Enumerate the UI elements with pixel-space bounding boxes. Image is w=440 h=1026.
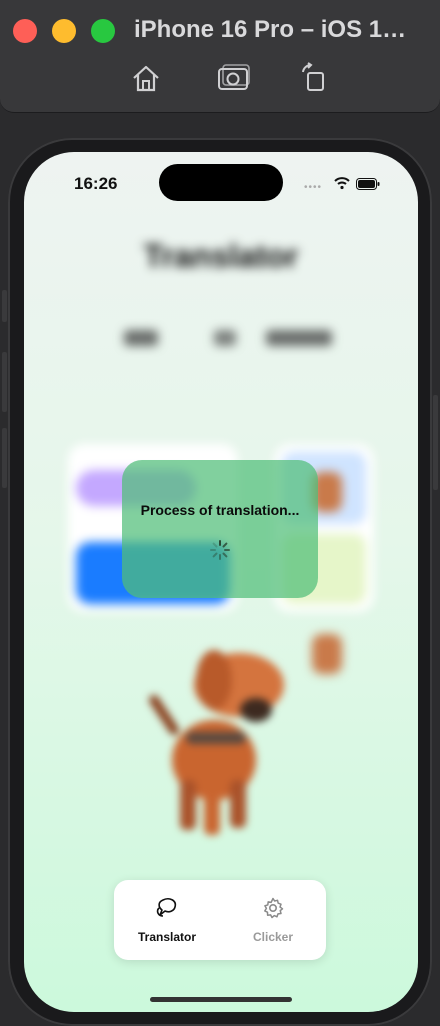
tab-clicker-label: Clicker <box>252 930 294 944</box>
status-time: 16:26 <box>74 174 118 193</box>
dog-illustration <box>149 650 284 835</box>
minimize-window-button[interactable] <box>52 19 76 43</box>
window-title: iPhone 16 Pro – iOS 1… <box>134 16 407 43</box>
battery-icon <box>356 178 380 190</box>
status-icons: •••• <box>304 176 384 193</box>
screen-title: Translator <box>143 238 299 274</box>
tab-bar: Translator Clicker <box>114 880 326 960</box>
signal-icon: •••• <box>304 182 323 193</box>
target-language <box>266 330 332 346</box>
wifi-icon <box>334 177 350 190</box>
close-window-button[interactable] <box>13 19 37 43</box>
home-button[interactable] <box>128 60 164 96</box>
app-screen: 16:26 •••• Translator Process of transla… <box>24 152 418 1012</box>
screenshot-button[interactable] <box>216 60 252 96</box>
home-icon <box>133 65 159 92</box>
source-language <box>124 330 158 346</box>
home-indicator[interactable] <box>150 997 292 1002</box>
spinner-icon <box>210 540 230 560</box>
volume-up-button[interactable] <box>2 352 7 412</box>
tab-translator[interactable]: Translator <box>114 880 220 960</box>
progress-message: Process of translation... <box>140 502 300 518</box>
tab-clicker[interactable]: Clicker <box>220 880 326 960</box>
translation-progress-overlay: Process of translation... <box>122 460 318 598</box>
speech-bubble-icon <box>156 898 177 917</box>
language-selector <box>24 326 418 356</box>
rotate-button[interactable] <box>297 60 333 96</box>
dynamic-island <box>159 164 283 201</box>
simulator-toolbar: iPhone 16 Pro – iOS 1… <box>0 0 440 113</box>
action-button[interactable] <box>2 290 7 322</box>
gear-icon <box>264 897 284 919</box>
volume-down-button[interactable] <box>2 428 7 488</box>
rotate-icon <box>302 62 324 91</box>
camera-icon <box>218 64 250 90</box>
swap-languages-icon <box>214 330 236 346</box>
power-button[interactable] <box>433 395 438 490</box>
tab-translator-label: Translator <box>137 930 197 944</box>
zoom-window-button[interactable] <box>91 19 115 43</box>
